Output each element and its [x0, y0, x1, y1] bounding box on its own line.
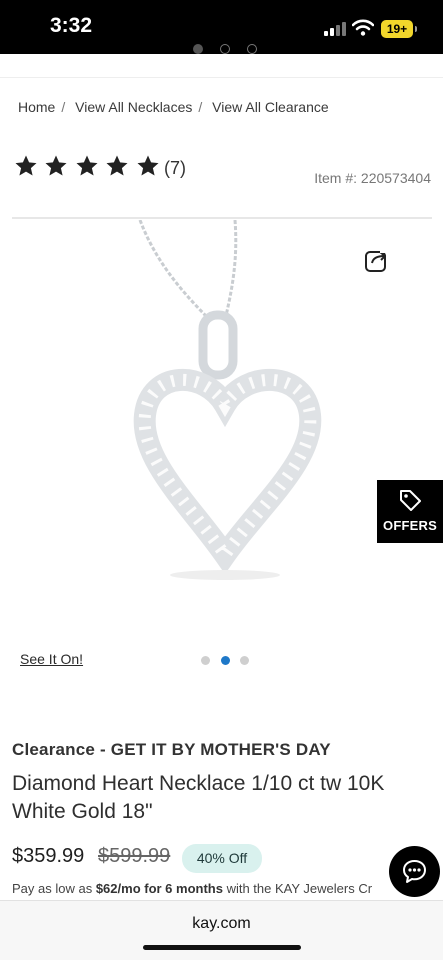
divider: [0, 77, 443, 78]
breadcrumb-separator: /: [61, 99, 66, 115]
star-icon: [76, 155, 98, 176]
financing-amount: $62/mo for 6 months: [95, 881, 223, 896]
promo-label: Clearance - GET IT BY MOTHER'S DAY: [12, 740, 331, 759]
breadcrumb: Home / View All Necklaces / View All Clear…: [18, 99, 329, 115]
star-icon: [137, 155, 159, 176]
star-icon: [45, 155, 67, 176]
battery-indicator: 19+: [381, 20, 417, 38]
top-carousel-dots: [193, 40, 263, 54]
product-image[interactable]: [110, 220, 340, 590]
home-indicator[interactable]: [143, 945, 301, 950]
offers-label: OFFERS: [383, 518, 437, 533]
breadcrumb-home[interactable]: Home: [18, 99, 55, 115]
breadcrumb-separator: /: [198, 99, 203, 115]
financing-prefix: Pay as low as: [12, 881, 96, 896]
gallery-dot[interactable]: [201, 656, 210, 665]
gallery-pagination: [201, 656, 251, 666]
chat-bubble-icon: [403, 860, 426, 883]
url-text[interactable]: kay.com: [0, 915, 443, 933]
review-count[interactable]: (7): [164, 158, 186, 179]
financing-info[interactable]: Pay as low as $62/mo for 6 months with t…: [12, 881, 392, 896]
share-icon[interactable]: [364, 247, 390, 273]
product-title: Diamond Heart Necklace 1/10 ct tw 10K Wh…: [12, 772, 385, 823]
gallery-dot-active[interactable]: [221, 656, 230, 665]
browser-address-bar[interactable]: kay.com: [0, 900, 443, 960]
financing-suffix: with the KAY Jewelers Cr: [222, 881, 373, 896]
gallery-dot[interactable]: [240, 656, 249, 665]
see-it-on-link[interactable]: See It On!: [20, 651, 83, 667]
sale-price: $359.99: [12, 845, 85, 867]
breadcrumb-necklaces[interactable]: View All Necklaces: [75, 99, 192, 115]
tag-icon: [400, 490, 421, 511]
offers-button[interactable]: OFFERS: [377, 480, 443, 543]
star-rating[interactable]: [14, 154, 162, 178]
breadcrumb-clearance[interactable]: View All Clearance: [212, 99, 328, 115]
divider: [12, 217, 432, 219]
cellular-signal-icon: [324, 22, 346, 36]
wifi-icon: [352, 19, 374, 36]
original-price: $599.99: [98, 845, 171, 867]
star-icon: [106, 155, 128, 176]
star-icon: [15, 155, 37, 176]
discount-badge: 40% Off: [182, 844, 262, 873]
chat-button[interactable]: [389, 846, 440, 897]
item-number: Item #: 220573404: [314, 170, 431, 186]
status-time: 3:32: [50, 14, 93, 37]
